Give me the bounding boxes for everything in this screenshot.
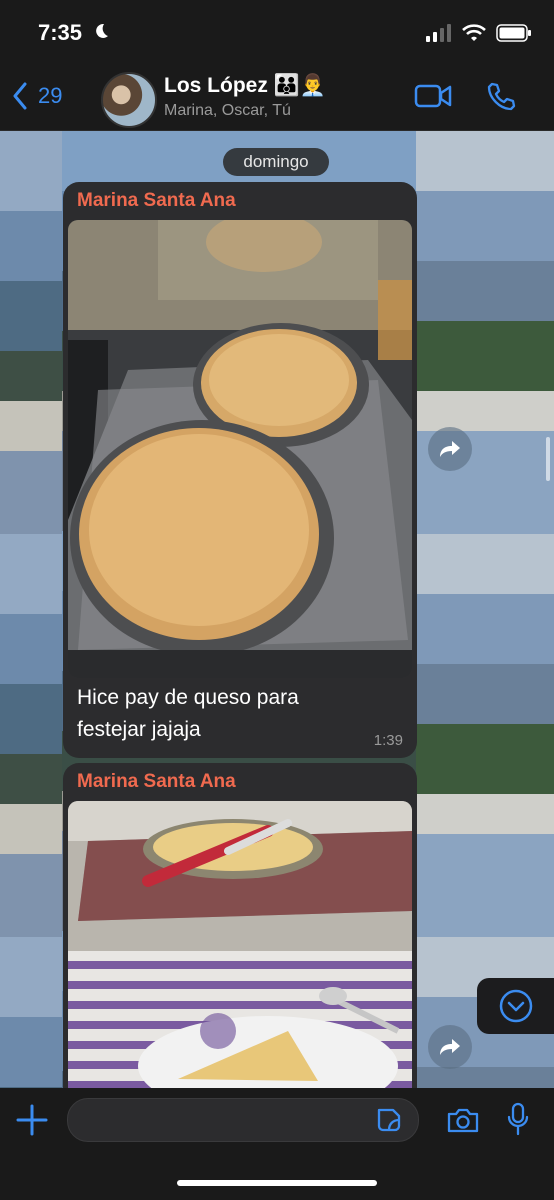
status-icons xyxy=(426,24,532,42)
message-photo[interactable] xyxy=(68,220,412,678)
chat-members: Marina, Oscar, Tú xyxy=(164,102,291,119)
share-arrow-icon xyxy=(440,441,460,457)
sticker-icon[interactable] xyxy=(375,1106,403,1134)
wifi-icon xyxy=(462,24,486,41)
chevron-left-icon xyxy=(13,82,27,110)
chat-header: 29 Los López 👨‍👨‍👦👨‍💼 Marina, Oscar, Tú xyxy=(0,70,554,131)
signal-icon xyxy=(426,24,451,42)
message-sender: Marina Santa Ana xyxy=(77,190,236,211)
cheesecake-photo xyxy=(68,220,412,678)
scrollbar[interactable] xyxy=(546,437,550,481)
status-time: 7:35 xyxy=(38,20,83,45)
scroll-to-bottom-button[interactable] xyxy=(477,978,554,1034)
battery-icon xyxy=(496,24,531,42)
wallpaper-left xyxy=(0,131,62,1088)
date-separator: domingo xyxy=(223,148,329,176)
message-bubble[interactable]: Marina Santa Ana Hice pay de queso para … xyxy=(63,182,417,758)
message-input[interactable] xyxy=(67,1098,419,1142)
message-time: 1:39 xyxy=(373,732,403,749)
message-caption: Hice pay de queso para festejar jajaja xyxy=(77,686,299,741)
wallpaper-right xyxy=(416,131,554,1088)
camera-icon[interactable] xyxy=(446,1106,480,1134)
message-bubble[interactable]: Marina Santa Ana xyxy=(63,763,417,1088)
microphone-icon[interactable] xyxy=(506,1102,530,1138)
share-arrow-icon xyxy=(440,1039,460,1055)
title-emoji: 👨‍👨‍👦👨‍💼 xyxy=(273,74,326,97)
chat-title[interactable]: Los López 👨‍👨‍👦👨‍💼 xyxy=(164,74,326,98)
unread-count: 29 xyxy=(38,83,63,108)
video-call-icon[interactable] xyxy=(414,82,452,110)
chevron-down-circle-icon xyxy=(499,989,532,1023)
cheesecake-plate-photo xyxy=(68,801,412,1088)
back-button[interactable]: 29 xyxy=(12,82,62,110)
message-photo[interactable] xyxy=(68,801,412,1088)
plus-icon[interactable] xyxy=(16,1104,48,1136)
home-indicator xyxy=(177,1180,377,1186)
message-sender: Marina Santa Ana xyxy=(77,771,236,792)
do-not-disturb-icon xyxy=(96,23,108,38)
forward-button[interactable] xyxy=(428,427,472,471)
group-avatar[interactable] xyxy=(101,72,157,128)
phone-call-icon[interactable] xyxy=(486,82,516,112)
status-bar: 7:35 xyxy=(0,0,554,70)
forward-button[interactable] xyxy=(428,1025,472,1069)
message-composer xyxy=(0,1088,554,1200)
chat-area[interactable]: domingo Marina Santa Ana Hice pay de que… xyxy=(0,131,554,1088)
